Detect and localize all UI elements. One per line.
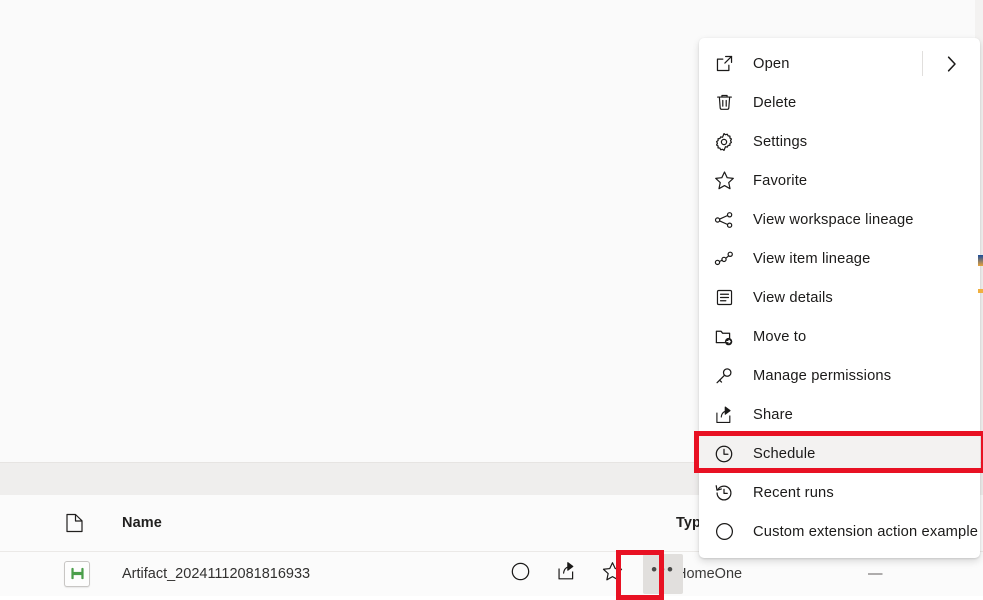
row-action-share[interactable]	[551, 559, 581, 589]
row-action-favorite[interactable]	[597, 559, 627, 589]
menu-item-delete[interactable]: Delete	[699, 83, 980, 122]
clock-icon	[709, 442, 739, 466]
star-icon	[602, 561, 623, 587]
menu-item-label: Favorite	[753, 172, 808, 189]
column-header-type[interactable]: Typ	[676, 495, 701, 551]
menu-item-label: View details	[753, 289, 833, 306]
row-action-circle[interactable]	[505, 559, 535, 589]
menu-item-recent-runs[interactable]: Recent runs	[699, 473, 980, 512]
menu-item-label: Custom extension action example	[753, 523, 979, 540]
menu-item-view-item-lineage[interactable]: View item lineage	[699, 239, 980, 278]
details-list-icon	[709, 286, 739, 310]
menu-item-label: Recent runs	[753, 484, 834, 501]
menu-item-open-submenu[interactable]	[922, 44, 980, 83]
menu-item-label: Move to	[753, 328, 807, 345]
menu-item-open[interactable]: Open	[699, 44, 980, 83]
menu-item-favorite[interactable]: Favorite	[699, 161, 980, 200]
row-action-more-label: •••	[651, 560, 675, 579]
menu-item-label: Share	[753, 406, 793, 423]
key-icon	[709, 364, 739, 388]
item-lineage-icon	[709, 247, 739, 271]
menu-item-label: Manage permissions	[753, 367, 892, 384]
artifact-green-icon	[64, 560, 90, 587]
circle-icon	[511, 562, 530, 586]
menu-item-label: Open	[753, 55, 790, 72]
menu-item-share[interactable]: Share	[699, 395, 980, 434]
row-action-buttons: •••	[505, 551, 683, 596]
edge-artifact-upper	[978, 255, 983, 266]
column-header-file-icon[interactable]	[66, 495, 96, 551]
menu-item-label: Delete	[753, 94, 797, 111]
share-icon	[709, 403, 739, 427]
row-artifact-icon	[64, 551, 90, 596]
trash-icon	[709, 91, 739, 115]
context-menu: Open Delete Settings Favorite View works…	[699, 38, 980, 558]
menu-item-view-workspace-lineage[interactable]: View workspace lineage	[699, 200, 980, 239]
submenu-divider	[922, 51, 923, 76]
menu-item-schedule[interactable]: Schedule	[699, 434, 980, 473]
share-icon	[556, 561, 577, 586]
folder-move-icon	[709, 325, 739, 349]
menu-item-label: Settings	[753, 133, 808, 150]
menu-item-settings[interactable]: Settings	[699, 122, 980, 161]
gear-icon	[709, 130, 739, 154]
edge-artifact-lower	[978, 289, 983, 293]
menu-item-move-to[interactable]: Move to	[699, 317, 980, 356]
circle-icon	[709, 520, 739, 544]
workspace-lineage-icon	[709, 208, 739, 232]
menu-item-custom-extension-action-example[interactable]: Custom extension action example	[699, 512, 980, 551]
menu-item-label: View workspace lineage	[753, 211, 914, 228]
more-options-icon[interactable]: •••	[643, 553, 683, 594]
menu-item-label: Schedule	[753, 445, 816, 462]
column-header-name[interactable]: Name	[122, 495, 162, 551]
row-name[interactable]: Artifact_20241112081816933	[122, 551, 310, 596]
file-type-icon	[66, 513, 83, 533]
open-external-icon	[709, 52, 739, 76]
menu-item-manage-permissions[interactable]: Manage permissions	[699, 356, 980, 395]
menu-item-label: View item lineage	[753, 250, 871, 267]
star-icon	[709, 169, 739, 193]
history-icon	[709, 481, 739, 505]
menu-item-view-details[interactable]: View details	[699, 278, 980, 317]
chevron-right-icon	[947, 55, 956, 72]
